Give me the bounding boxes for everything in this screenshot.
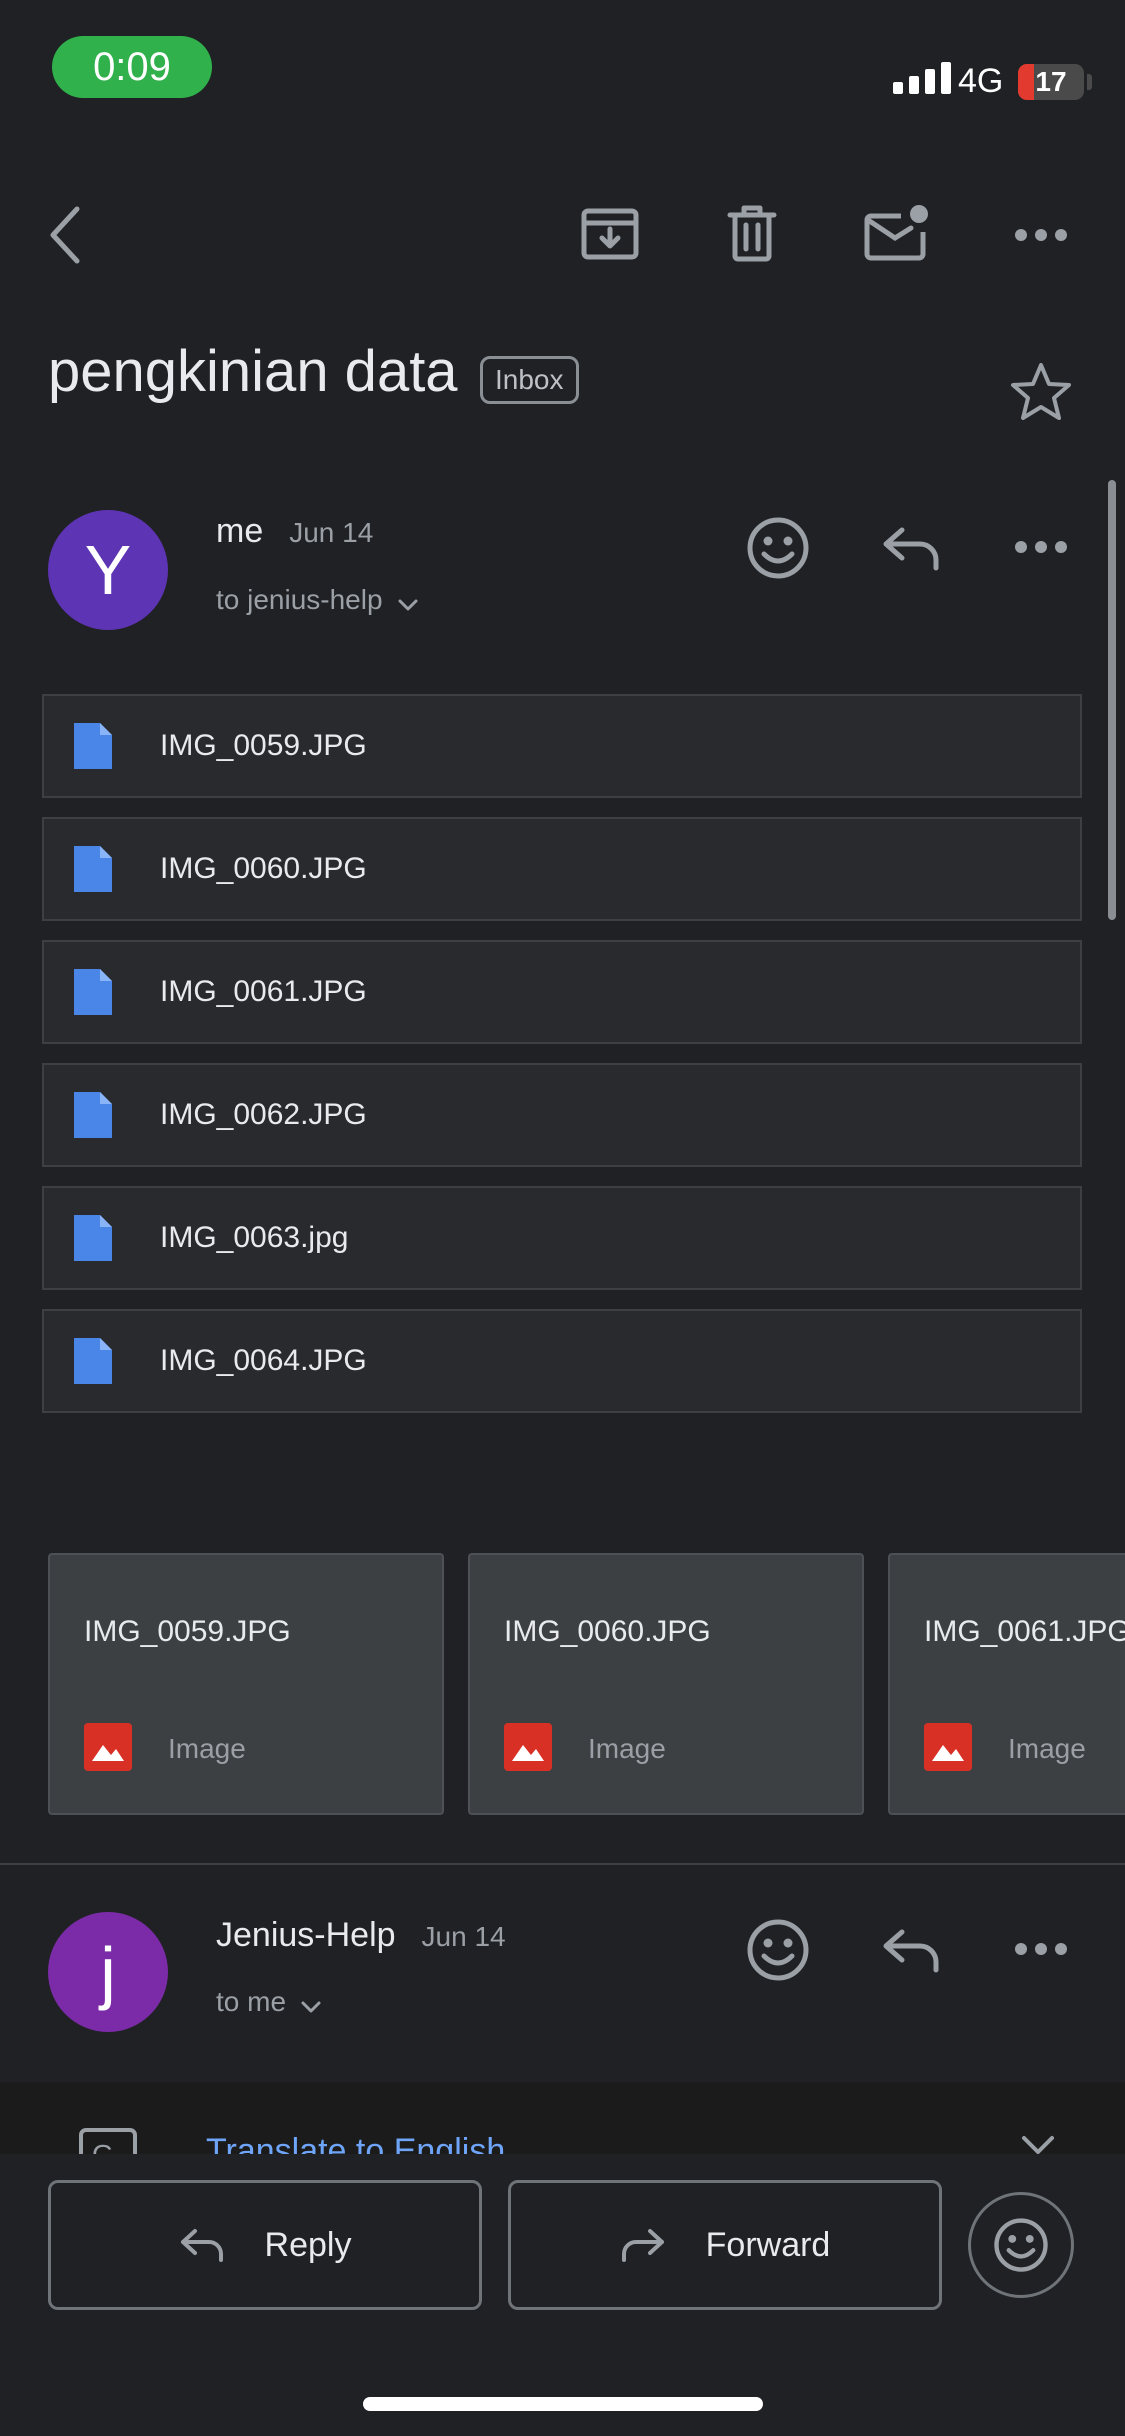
email-subject: pengkinian data bbox=[48, 339, 458, 404]
image-icon bbox=[84, 1723, 132, 1771]
image-icon bbox=[504, 1723, 552, 1771]
attachment-row[interactable]: IMG_0060.JPG bbox=[42, 817, 1082, 921]
avatar[interactable]: Y bbox=[48, 510, 168, 630]
image-icon bbox=[924, 1723, 972, 1771]
attachment-card-type: Image bbox=[588, 1733, 666, 1764]
reply-button[interactable] bbox=[872, 512, 948, 584]
forward-button[interactable]: Forward bbox=[508, 2180, 942, 2310]
attachment-row[interactable]: IMG_0061.JPG bbox=[42, 940, 1082, 1044]
message-date: Jun 14 bbox=[289, 517, 374, 548]
attachment-row[interactable]: IMG_0063.jpg bbox=[42, 1186, 1082, 1290]
sender-name: me bbox=[216, 512, 264, 550]
more-icon bbox=[1015, 229, 1067, 241]
document-icon bbox=[74, 846, 112, 892]
archive-button[interactable] bbox=[570, 198, 650, 268]
attachment-row[interactable]: IMG_0059.JPG bbox=[42, 694, 1082, 798]
attachment-card-type: Image bbox=[1008, 1733, 1086, 1764]
emoji-icon bbox=[747, 517, 809, 579]
message-more-button[interactable] bbox=[1008, 1924, 1074, 1974]
document-icon bbox=[74, 723, 112, 769]
mark-unread-button[interactable] bbox=[854, 196, 938, 270]
toolbar-more-button[interactable] bbox=[1008, 210, 1074, 260]
document-icon bbox=[74, 1338, 112, 1384]
avatar[interactable]: j bbox=[48, 1912, 168, 2032]
message-more-button[interactable] bbox=[1008, 522, 1074, 572]
message-header[interactable]: Jenius-Help Jun 14 bbox=[216, 1916, 506, 1955]
chevron-down-icon bbox=[301, 2001, 321, 2013]
network-type: 4G bbox=[958, 62, 1004, 100]
trash-icon bbox=[727, 205, 777, 262]
recipient-text: to jenius-help bbox=[216, 584, 383, 615]
attachment-row[interactable]: IMG_0062.JPG bbox=[42, 1063, 1082, 1167]
message-divider bbox=[0, 1863, 1125, 1865]
more-icon bbox=[1015, 1943, 1067, 1955]
mark-unread-icon bbox=[864, 205, 928, 261]
message-header[interactable]: me Jun 14 bbox=[216, 512, 373, 551]
document-icon bbox=[74, 1215, 112, 1261]
reply-icon bbox=[883, 1929, 939, 1973]
delete-button[interactable] bbox=[714, 198, 790, 268]
react-button[interactable] bbox=[740, 1914, 816, 1986]
attachment-row[interactable]: IMG_0064.JPG bbox=[42, 1309, 1082, 1413]
attachment-name: IMG_0063.jpg bbox=[160, 1221, 349, 1254]
attachment-card[interactable]: IMG_0059.JPG Image bbox=[48, 1553, 444, 1815]
attachment-card[interactable]: IMG_0060.JPG Image bbox=[468, 1553, 864, 1815]
emoji-icon bbox=[747, 1919, 809, 1981]
translate-icon: G bbox=[79, 2128, 137, 2154]
attachment-card-type: Image bbox=[168, 1733, 246, 1764]
sender-name: Jenius-Help bbox=[216, 1916, 396, 1954]
attachment-name: IMG_0061.JPG bbox=[160, 975, 367, 1008]
signal-icon bbox=[893, 62, 951, 94]
recipient-details[interactable]: to me bbox=[216, 1986, 322, 2018]
chevron-down-icon bbox=[398, 599, 418, 611]
react-button[interactable] bbox=[740, 512, 816, 584]
bottom-react-button[interactable] bbox=[968, 2192, 1074, 2298]
translate-banner[interactable]: G Translate to English bbox=[0, 2082, 1125, 2154]
reply-all-button[interactable]: Reply bbox=[48, 2180, 482, 2310]
reply-button[interactable] bbox=[872, 1914, 948, 1986]
translate-link[interactable]: Translate to English bbox=[206, 2132, 505, 2154]
message-date: Jun 14 bbox=[421, 1921, 506, 1952]
battery-icon: 17 bbox=[1018, 64, 1084, 100]
more-icon bbox=[1015, 541, 1067, 553]
attachment-name: IMG_0060.JPG bbox=[160, 852, 367, 885]
attachment-name: IMG_0064.JPG bbox=[160, 1344, 367, 1377]
reply-label: Reply bbox=[264, 2225, 352, 2264]
back-button[interactable] bbox=[30, 200, 100, 270]
chevron-down-icon[interactable] bbox=[1020, 2134, 1056, 2154]
attachment-carousel[interactable]: IMG_0059.JPG Image IMG_0060.JPG Image IM… bbox=[48, 1553, 1125, 1815]
attachment-list: IMG_0059.JPG IMG_0060.JPG IMG_0061.JPG I… bbox=[42, 694, 1082, 1432]
forward-icon bbox=[621, 2229, 664, 2262]
emoji-icon bbox=[994, 2218, 1048, 2272]
battery-level: 17 bbox=[1035, 66, 1067, 97]
label-badge[interactable]: Inbox bbox=[480, 356, 579, 404]
attachment-card[interactable]: IMG_0061.JPG Image bbox=[888, 1553, 1125, 1815]
document-icon bbox=[74, 1092, 112, 1138]
battery-tip bbox=[1087, 74, 1092, 90]
attachment-card-name: IMG_0060.JPG bbox=[504, 1615, 711, 1648]
attachment-card-name: IMG_0059.JPG bbox=[84, 1615, 291, 1648]
scrollbar[interactable] bbox=[1108, 480, 1116, 920]
attachment-card-name: IMG_0061.JPG bbox=[924, 1615, 1125, 1648]
recipient-text: to me bbox=[216, 1986, 287, 2017]
back-icon bbox=[50, 206, 80, 264]
attachment-name: IMG_0062.JPG bbox=[160, 1098, 367, 1131]
document-icon bbox=[74, 969, 112, 1015]
forward-label: Forward bbox=[705, 2225, 831, 2264]
star-button[interactable] bbox=[1004, 356, 1078, 428]
home-indicator[interactable] bbox=[363, 2397, 763, 2411]
attachment-name: IMG_0059.JPG bbox=[160, 729, 367, 762]
recipient-details[interactable]: to jenius-help bbox=[216, 584, 419, 616]
archive-icon bbox=[581, 208, 639, 260]
reply-icon bbox=[180, 2229, 223, 2262]
status-time: 0:09 bbox=[52, 36, 212, 98]
svg-text:G: G bbox=[92, 2139, 114, 2154]
reply-icon bbox=[883, 527, 939, 571]
star-icon bbox=[1011, 363, 1071, 420]
